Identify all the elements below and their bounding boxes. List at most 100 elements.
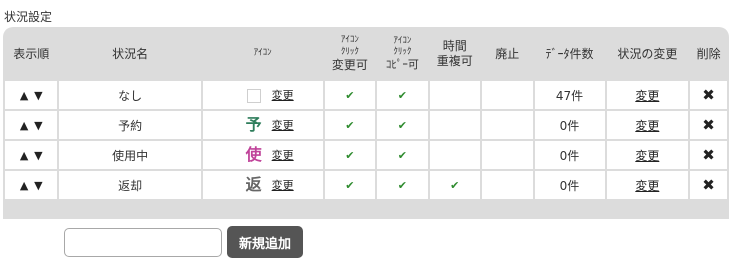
delete-cell: ✖ [690,171,727,199]
abolished-cell[interactable] [482,81,533,109]
icon-click-change-cell[interactable]: ✔ [324,171,376,199]
section-title: 状況設定 [4,10,53,24]
move-up-icon[interactable]: ▲ [20,149,28,162]
move-down-icon[interactable]: ▼ [34,179,42,192]
header-line: ｺﾋﾟｰ可 [385,58,419,72]
time-duplicate-cell[interactable] [429,111,481,139]
status-name: なし [59,81,201,109]
header-line: ｱｲｺﾝ [340,35,359,46]
icon-cell: 使変更 [202,141,323,169]
check-icon: ✔ [345,179,355,192]
check-icon: ✔ [397,149,407,162]
status-change-cell: 変更 [606,111,689,139]
status-name: 返却 [59,171,201,199]
status-icon[interactable]: 使 [244,145,264,165]
icon-click-copy-cell[interactable]: ✔ [377,141,428,169]
delete-icon[interactable]: ✖ [702,86,715,104]
header-icon-click-copy: ｱｲｺﾝ ｸﾘｯｸ ｺﾋﾟｰ可 [377,29,428,79]
table-row: ▲ ▼ 返却 返変更 ✔ ✔ ✔ 0件 変更 ✖ [5,171,727,199]
icon-click-change-cell[interactable]: ✔ [324,111,376,139]
order-cell: ▲ ▼ [5,141,58,169]
table-body: ▲ ▼ なし 変更 ✔ ✔ 47件 変更 ✖ ▲ ▼ 予約 予変更 ✔ ✔ 0件… [5,81,727,199]
icon-change-link[interactable]: 変更 [272,89,294,102]
move-down-icon[interactable]: ▼ [34,149,42,162]
move-up-icon[interactable]: ▲ [20,179,28,192]
time-duplicate-cell[interactable] [429,81,481,109]
icon-cell: 予変更 [202,111,323,139]
status-change-link[interactable]: 変更 [635,89,659,103]
move-down-icon[interactable]: ▼ [34,89,42,102]
status-table-panel: 表示順 状況名 ｱｲｺﾝ ｱｲｺﾝ ｸﾘｯｸ 変更可 ｱｲｺﾝ ｸﾘｯｸ ｺﾋﾟ… [3,27,729,219]
icon-click-change-cell[interactable]: ✔ [324,141,376,169]
header-data-count: ﾃﾞｰﾀ件数 [534,29,605,79]
check-icon: ✔ [345,89,355,102]
header-line: 時間 [442,39,467,53]
table-footer-strip [3,199,729,219]
icon-change-link[interactable]: 変更 [272,149,294,162]
table-header-row: 表示順 状況名 ｱｲｺﾝ ｱｲｺﾝ ｸﾘｯｸ 変更可 ｱｲｺﾝ ｸﾘｯｸ ｺﾋﾟ… [5,29,727,79]
icon-click-copy-cell[interactable]: ✔ [377,81,428,109]
status-change-link[interactable]: 変更 [635,179,659,193]
delete-cell: ✖ [690,111,727,139]
move-up-icon[interactable]: ▲ [20,89,28,102]
icon-change-link[interactable]: 変更 [272,119,294,132]
table-row: ▲ ▼ 予約 予変更 ✔ ✔ 0件 変更 ✖ [5,111,727,139]
icon-cell: 変更 [202,81,323,109]
move-down-icon[interactable]: ▼ [34,119,42,132]
check-icon: ✔ [450,179,460,192]
delete-cell: ✖ [690,141,727,169]
header-abolished: 廃止 [482,29,533,79]
status-name: 使用中 [59,141,201,169]
check-icon: ✔ [397,89,407,102]
header-line: 変更可 [331,57,368,72]
data-count: 0件 [534,111,605,139]
header-line: ｸﾘｯｸ [340,46,359,57]
header-time-duplicate: 時間 重複可 [429,29,481,79]
status-change-link[interactable]: 変更 [635,149,659,163]
table-row: ▲ ▼ なし 変更 ✔ ✔ 47件 変更 ✖ [5,81,727,109]
status-icon[interactable]: 返 [244,175,264,195]
icon-click-change-cell[interactable]: ✔ [324,81,376,109]
header-icon-click-change: ｱｲｺﾝ ｸﾘｯｸ 変更可 [324,29,376,79]
status-table: 表示順 状況名 ｱｲｺﾝ ｱｲｺﾝ ｸﾘｯｸ 変更可 ｱｲｺﾝ ｸﾘｯｸ ｺﾋﾟ… [3,27,729,201]
time-duplicate-cell[interactable]: ✔ [429,171,481,199]
status-name: 予約 [59,111,201,139]
header-name: 状況名 [59,29,201,79]
status-change-cell: 変更 [606,141,689,169]
add-new-button[interactable]: 新規追加 [227,226,303,258]
status-change-cell: 変更 [606,171,689,199]
status-change-cell: 変更 [606,81,689,109]
status-change-link[interactable]: 変更 [635,119,659,133]
delete-icon[interactable]: ✖ [702,116,715,134]
order-cell: ▲ ▼ [5,81,58,109]
table-row: ▲ ▼ 使用中 使変更 ✔ ✔ 0件 変更 ✖ [5,141,727,169]
status-icon[interactable]: 予 [244,115,264,135]
icon-click-copy-cell[interactable]: ✔ [377,171,428,199]
header-status-change: 状況の変更 [606,29,689,79]
check-icon: ✔ [345,119,355,132]
data-count: 0件 [534,171,605,199]
icon-click-copy-cell[interactable]: ✔ [377,111,428,139]
check-icon: ✔ [397,179,407,192]
icon-change-link[interactable]: 変更 [272,179,294,192]
abolished-cell[interactable] [482,171,533,199]
order-cell: ▲ ▼ [5,171,58,199]
header-line: 重複可 [436,54,473,68]
new-status-name-input[interactable] [64,228,222,257]
delete-icon[interactable]: ✖ [702,176,715,194]
time-duplicate-cell[interactable] [429,141,481,169]
data-count: 47件 [534,81,605,109]
delete-cell: ✖ [690,81,727,109]
move-up-icon[interactable]: ▲ [20,119,28,132]
header-line: ｱｲｺﾝ [393,35,412,46]
abolished-cell[interactable] [482,111,533,139]
check-icon: ✔ [397,119,407,132]
delete-icon[interactable]: ✖ [702,146,715,164]
header-line: ｸﾘｯｸ [393,47,412,58]
header-delete: 削除 [690,29,727,79]
data-count: 0件 [534,141,605,169]
empty-icon-slot[interactable] [244,85,264,105]
abolished-cell[interactable] [482,141,533,169]
header-order: 表示順 [5,29,58,79]
check-icon: ✔ [345,149,355,162]
